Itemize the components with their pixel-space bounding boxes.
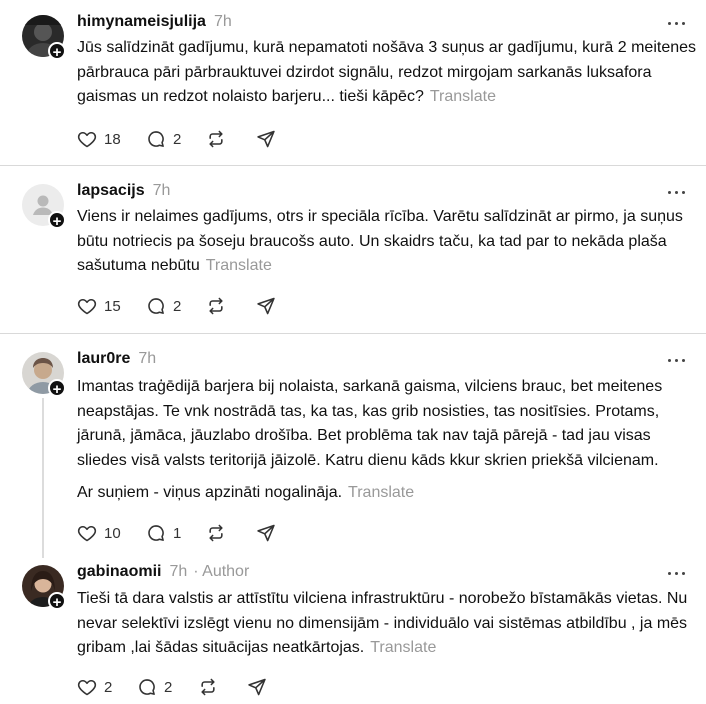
follow-plus-icon[interactable]: + xyxy=(48,42,66,61)
avatar[interactable]: + xyxy=(22,184,66,230)
post-header: himynameisjulija 7h xyxy=(77,13,232,31)
heart-icon xyxy=(77,131,97,148)
repost-icon xyxy=(209,297,223,315)
translate-link[interactable]: Translate xyxy=(348,484,414,501)
translate-link[interactable]: Translate xyxy=(430,88,496,105)
author-badge: · Author xyxy=(193,563,250,580)
post-header: laur0re 7h xyxy=(77,350,156,368)
reply-count: 2 xyxy=(164,678,173,696)
more-icon[interactable] xyxy=(666,184,688,200)
repost-icon xyxy=(209,524,223,542)
post-gabinaomii: + gabinaomii 7h · Author Tieši tā dara val… xyxy=(0,563,706,703)
avatar[interactable]: + xyxy=(22,352,66,398)
comment-icon xyxy=(139,679,155,695)
follow-plus-icon[interactable]: + xyxy=(48,592,66,611)
translate-link[interactable]: Translate xyxy=(370,639,436,656)
post-paragraph: Jūs salīdzināt gadījumu, kurā nepamatoti… xyxy=(77,39,697,106)
follow-plus-icon[interactable]: + xyxy=(48,379,66,398)
post-paragraph: Imantas traģēdijā barjera bij nolaista, … xyxy=(77,378,663,469)
follow-plus-icon[interactable]: + xyxy=(48,211,66,230)
post-laur0re: + laur0re 7h Imantas traģēdijā barjera bi… xyxy=(0,350,706,550)
repost-button[interactable] xyxy=(205,295,227,317)
post-text: Imantas traģēdijā barjera bij nolaista, … xyxy=(77,375,697,506)
share-button[interactable] xyxy=(256,295,276,317)
reply-button[interactable]: 1 xyxy=(146,522,181,544)
repost-icon xyxy=(209,130,223,148)
post-header: lapsacijs 7h xyxy=(77,182,170,200)
reply-count: 2 xyxy=(173,130,182,148)
timestamp[interactable]: 7h xyxy=(153,182,171,199)
repost-button[interactable] xyxy=(197,676,219,698)
like-count: 18 xyxy=(104,130,121,148)
timestamp[interactable]: 7h xyxy=(214,13,232,30)
share-icon xyxy=(257,524,275,542)
post-text: Tieši tā dara valstis ar attīstītu vilci… xyxy=(77,587,697,661)
post-himynameisjulija: + himynameisjulija 7h Jūs salīdzināt gadī… xyxy=(0,13,706,163)
username[interactable]: himynameisjulija xyxy=(77,13,206,30)
repost-icon xyxy=(201,678,215,696)
translate-link[interactable]: Translate xyxy=(206,257,272,274)
more-icon[interactable] xyxy=(666,352,688,368)
like-button[interactable]: 18 xyxy=(77,128,121,150)
like-count: 10 xyxy=(104,524,121,542)
reply-button[interactable]: 2 xyxy=(137,676,172,698)
divider xyxy=(0,165,706,166)
username[interactable]: lapsacijs xyxy=(77,182,145,199)
like-button[interactable]: 10 xyxy=(77,522,121,544)
post-text: Viens ir nelaimes gadījums, otrs ir spec… xyxy=(77,205,697,279)
repost-button[interactable] xyxy=(205,522,227,544)
post-header: gabinaomii 7h · Author xyxy=(77,563,249,581)
timestamp[interactable]: 7h xyxy=(138,350,156,367)
divider xyxy=(0,333,706,334)
like-count: 15 xyxy=(104,297,121,315)
repost-button[interactable] xyxy=(205,128,227,150)
timestamp[interactable]: 7h xyxy=(169,563,187,580)
more-icon[interactable] xyxy=(666,565,688,581)
post-lapsacijs: + lapsacijs 7h Viens ir nelaimes gadījums… xyxy=(0,182,706,322)
heart-icon xyxy=(77,298,97,315)
like-button[interactable]: 15 xyxy=(77,295,121,317)
avatar[interactable]: + xyxy=(22,565,66,611)
post-paragraph: Ar suņiem - viņus apzināti nogalināja. xyxy=(77,484,343,502)
post-text: Jūs salīdzināt gadījumu, kurā nepamatoti… xyxy=(77,36,697,110)
post-paragraph: Viens ir nelaimes gadījums, otrs ir spec… xyxy=(77,208,683,275)
share-icon xyxy=(257,297,275,315)
share-button[interactable] xyxy=(256,522,276,544)
heart-icon xyxy=(77,679,97,696)
reply-count: 1 xyxy=(173,524,182,542)
like-count: 2 xyxy=(104,678,113,696)
share-icon xyxy=(257,130,275,148)
share-button[interactable] xyxy=(256,128,276,150)
username[interactable]: gabinaomii xyxy=(77,563,161,580)
comment-icon xyxy=(148,525,164,541)
share-button[interactable] xyxy=(247,676,267,698)
reply-button[interactable]: 2 xyxy=(146,128,181,150)
comment-icon xyxy=(148,131,164,147)
like-button[interactable]: 2 xyxy=(77,676,112,698)
heart-icon xyxy=(77,525,97,542)
reply-count: 2 xyxy=(173,297,182,315)
comment-icon xyxy=(148,298,164,314)
avatar[interactable]: + xyxy=(22,15,66,61)
more-icon[interactable] xyxy=(666,15,688,31)
reply-button[interactable]: 2 xyxy=(146,295,181,317)
share-icon xyxy=(248,678,266,696)
username[interactable]: laur0re xyxy=(77,350,130,367)
